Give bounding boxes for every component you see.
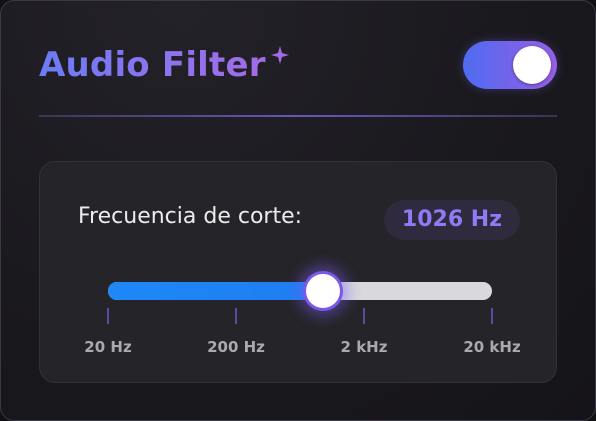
scale-tick-label: 200 Hz [207, 338, 265, 356]
scale-tick [491, 308, 493, 324]
header-divider [39, 115, 557, 117]
title-group: Audio Filter [39, 43, 290, 87]
filter-enable-toggle[interactable] [463, 41, 557, 89]
cutoff-frequency-slider[interactable] [108, 271, 492, 311]
slider-thumb[interactable] [303, 271, 343, 311]
scale-tick [235, 308, 237, 324]
scale-tick-label: 20 kHz [463, 338, 521, 356]
scale-tick-label: 2 kHz [340, 338, 388, 356]
cutoff-frequency-card: Frecuencia de corte: 1026 Hz 20 Hz 200 Hz… [39, 161, 557, 383]
cutoff-frequency-label: Frecuencia de corte: [78, 204, 303, 229]
toggle-knob [513, 46, 551, 84]
scale-tick [107, 308, 109, 324]
scale-tick-label: 20 Hz [84, 338, 132, 356]
slider-fill [108, 282, 323, 300]
sparkle-icon [270, 46, 289, 64]
scale-tick [363, 308, 365, 324]
cutoff-frequency-value-badge: 1026 Hz [383, 200, 520, 240]
panel-title: Audio Filter [39, 45, 266, 85]
audio-filter-panel: Audio Filter Frecuencia de corte: 1026 H… [0, 0, 596, 421]
panel-header: Audio Filter [39, 35, 557, 97]
